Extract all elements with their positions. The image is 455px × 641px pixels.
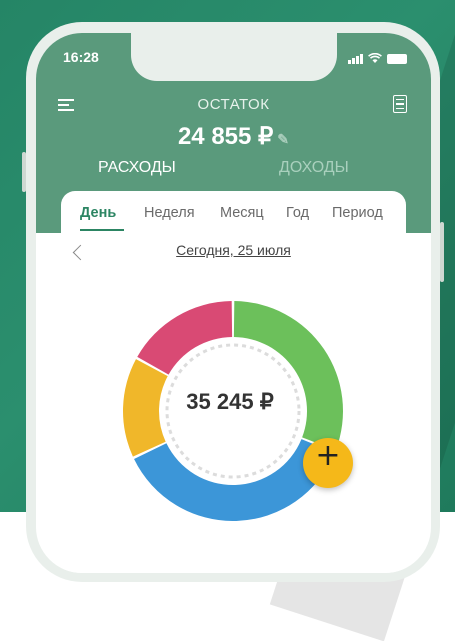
balance-amount: 24 855 ₽ — [177, 123, 274, 150]
period-tab-custom[interactable]: Период — [332, 205, 383, 221]
tab-expenses[interactable]: РАСХОДЫ — [98, 159, 176, 177]
signal-icon — [348, 54, 363, 64]
period-tab-year[interactable]: Год — [286, 205, 309, 221]
battery-icon — [387, 54, 407, 64]
status-time: 16:28 — [63, 49, 99, 65]
add-button[interactable]: + — [303, 438, 353, 488]
summary-card: День Неделя Месяц Год Период Сегодня, 25… — [61, 191, 406, 573]
app-screen: 16:28 ОСТАТОК 24 855 ₽ ✎ РАСХОДЫ ДОХОДЫ Д… — [36, 33, 431, 573]
balance-label: ОСТАТОК — [197, 96, 270, 113]
total-amount: 35 245 ₽ — [186, 389, 274, 414]
active-tab-underline — [80, 229, 124, 231]
period-tab-day[interactable]: День — [80, 205, 116, 221]
status-icons — [348, 53, 407, 64]
pencil-icon[interactable]: ✎ — [277, 131, 289, 147]
side-button-left — [22, 152, 26, 192]
side-button-right — [440, 222, 444, 282]
plus-icon: + — [315, 438, 341, 473]
notch — [131, 33, 337, 81]
balance-value[interactable]: 24 855 ₽ ✎ — [36, 122, 431, 151]
period-tab-week[interactable]: Неделя — [144, 205, 195, 221]
period-tab-month[interactable]: Месяц — [220, 205, 264, 221]
tab-income[interactable]: ДОХОДЫ — [279, 159, 349, 177]
wifi-icon — [368, 53, 382, 63]
date-label[interactable]: Сегодня, 25 июля — [61, 242, 406, 258]
